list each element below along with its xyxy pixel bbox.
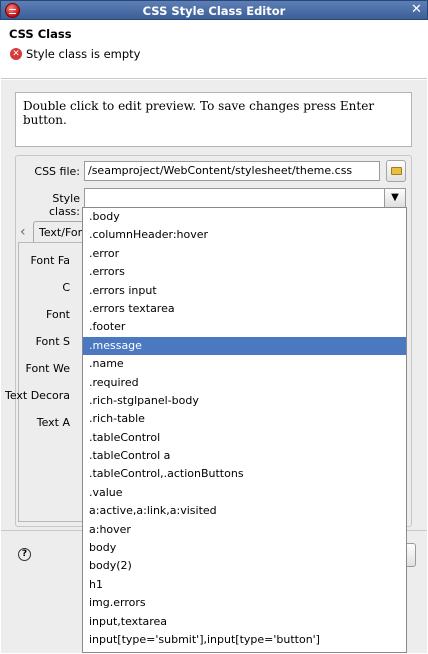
preview-area[interactable]: Double click to edit preview. To save ch… bbox=[15, 92, 412, 147]
dropdown-item[interactable]: .required bbox=[83, 374, 406, 392]
dropdown-item[interactable]: a:active,a:link,a:visited bbox=[83, 502, 406, 520]
dropdown-item[interactable]: input[type='submit'],input[type='button'… bbox=[83, 631, 406, 649]
error-message: Style class is empty bbox=[26, 47, 141, 61]
property-label: Font Fa bbox=[30, 254, 70, 267]
error-icon: ✕ bbox=[10, 48, 22, 60]
dropdown-item[interactable]: body(2) bbox=[83, 557, 406, 575]
dropdown-item[interactable]: .tableControl a bbox=[83, 447, 406, 465]
dropdown-item[interactable]: body bbox=[83, 539, 406, 557]
style-class-dropdown[interactable]: .body .columnHeader:hover .error .errors .er… bbox=[82, 207, 407, 653]
dropdown-item[interactable]: .footer bbox=[83, 318, 406, 336]
dropdown-item[interactable]: .rich-table bbox=[83, 410, 406, 428]
dialog-header: CSS Class ✕ Style class is empty bbox=[1, 21, 427, 79]
browse-button[interactable] bbox=[386, 160, 406, 182]
property-label: C bbox=[62, 281, 70, 294]
property-label: Font S bbox=[35, 335, 70, 348]
property-label: Text Decora bbox=[4, 389, 70, 402]
title-bar: CSS Style Class Editor ✕ bbox=[0, 0, 428, 20]
css-file-field[interactable]: /seamproject/WebContent/stylesheet/theme… bbox=[84, 161, 380, 181]
property-label: Font We bbox=[25, 362, 70, 375]
chevron-down-icon[interactable]: ▼ bbox=[384, 188, 406, 208]
dropdown-item[interactable]: .message bbox=[83, 336, 406, 356]
close-icon[interactable]: ✕ bbox=[409, 3, 424, 18]
window-title: CSS Style Class Editor bbox=[142, 4, 286, 18]
dropdown-item[interactable]: img.errors bbox=[83, 594, 406, 612]
tab-scroll-left-icon[interactable]: ‹ bbox=[20, 224, 26, 240]
dialog-heading: CSS Class bbox=[9, 27, 72, 41]
dropdown-item[interactable]: .rich-stglpanel-body bbox=[83, 392, 406, 410]
style-class-combo[interactable] bbox=[84, 188, 385, 208]
dropdown-item[interactable]: .errors input bbox=[83, 282, 406, 300]
dropdown-item[interactable]: .tableControl bbox=[83, 429, 406, 447]
dropdown-item[interactable]: .body bbox=[83, 208, 406, 226]
dropdown-item[interactable]: .name bbox=[83, 355, 406, 373]
help-icon[interactable]: ? bbox=[18, 548, 31, 561]
dropdown-item[interactable]: .tableControl,.actionButtons bbox=[83, 465, 406, 483]
folder-icon bbox=[391, 167, 402, 175]
dropdown-item[interactable]: input,textarea bbox=[83, 613, 406, 631]
dropdown-item[interactable]: .value bbox=[83, 484, 406, 502]
dropdown-item[interactable]: .columnHeader:hover bbox=[83, 226, 406, 244]
dropdown-item[interactable]: .error bbox=[83, 245, 406, 263]
css-file-label: CSS file: bbox=[34, 165, 80, 178]
dropdown-item[interactable]: .errors textarea bbox=[83, 300, 406, 318]
style-class-label: Style class: bbox=[48, 192, 80, 218]
dropdown-item[interactable]: .errors bbox=[83, 263, 406, 281]
dropdown-item[interactable]: h1 bbox=[83, 576, 406, 594]
property-label: Text A bbox=[36, 416, 70, 429]
dropdown-item[interactable]: a:hover bbox=[83, 521, 406, 539]
property-label: Font bbox=[46, 308, 70, 321]
